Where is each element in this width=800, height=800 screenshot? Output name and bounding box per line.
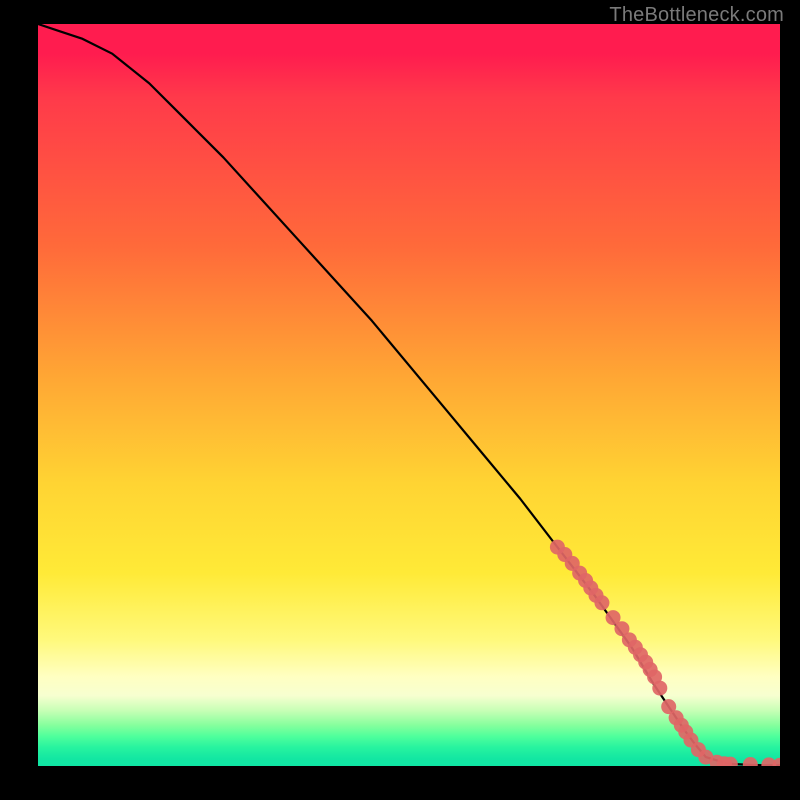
- data-point: [628, 640, 643, 655]
- data-point: [572, 566, 587, 581]
- data-point: [698, 750, 713, 765]
- data-point: [622, 632, 637, 647]
- data-point: [643, 662, 658, 677]
- data-point: [578, 573, 593, 588]
- data-point: [652, 681, 667, 696]
- data-point: [743, 757, 758, 766]
- data-point: [638, 655, 653, 670]
- data-point: [691, 742, 706, 757]
- data-point: [723, 757, 738, 766]
- data-point: [674, 718, 689, 733]
- plot-area: [38, 24, 780, 766]
- data-point: [669, 710, 684, 725]
- data-point: [557, 547, 572, 562]
- chart-stage: TheBottleneck.com: [0, 0, 800, 800]
- data-point: [647, 669, 662, 684]
- attribution-text: TheBottleneck.com: [609, 4, 784, 27]
- data-point: [773, 758, 781, 766]
- data-point: [606, 610, 621, 625]
- data-point: [678, 724, 693, 739]
- data-point: [588, 588, 603, 603]
- data-point: [614, 621, 629, 636]
- bottleneck-curve: [38, 24, 780, 765]
- data-point: [717, 756, 732, 766]
- data-point: [594, 595, 609, 610]
- data-point: [761, 757, 776, 766]
- data-point: [633, 647, 648, 662]
- data-point: [661, 699, 676, 714]
- data-point: [583, 580, 598, 595]
- data-point: [550, 540, 565, 555]
- data-point: [709, 755, 724, 766]
- curve-layer: [38, 24, 780, 766]
- data-point: [565, 556, 580, 571]
- data-point: [683, 733, 698, 748]
